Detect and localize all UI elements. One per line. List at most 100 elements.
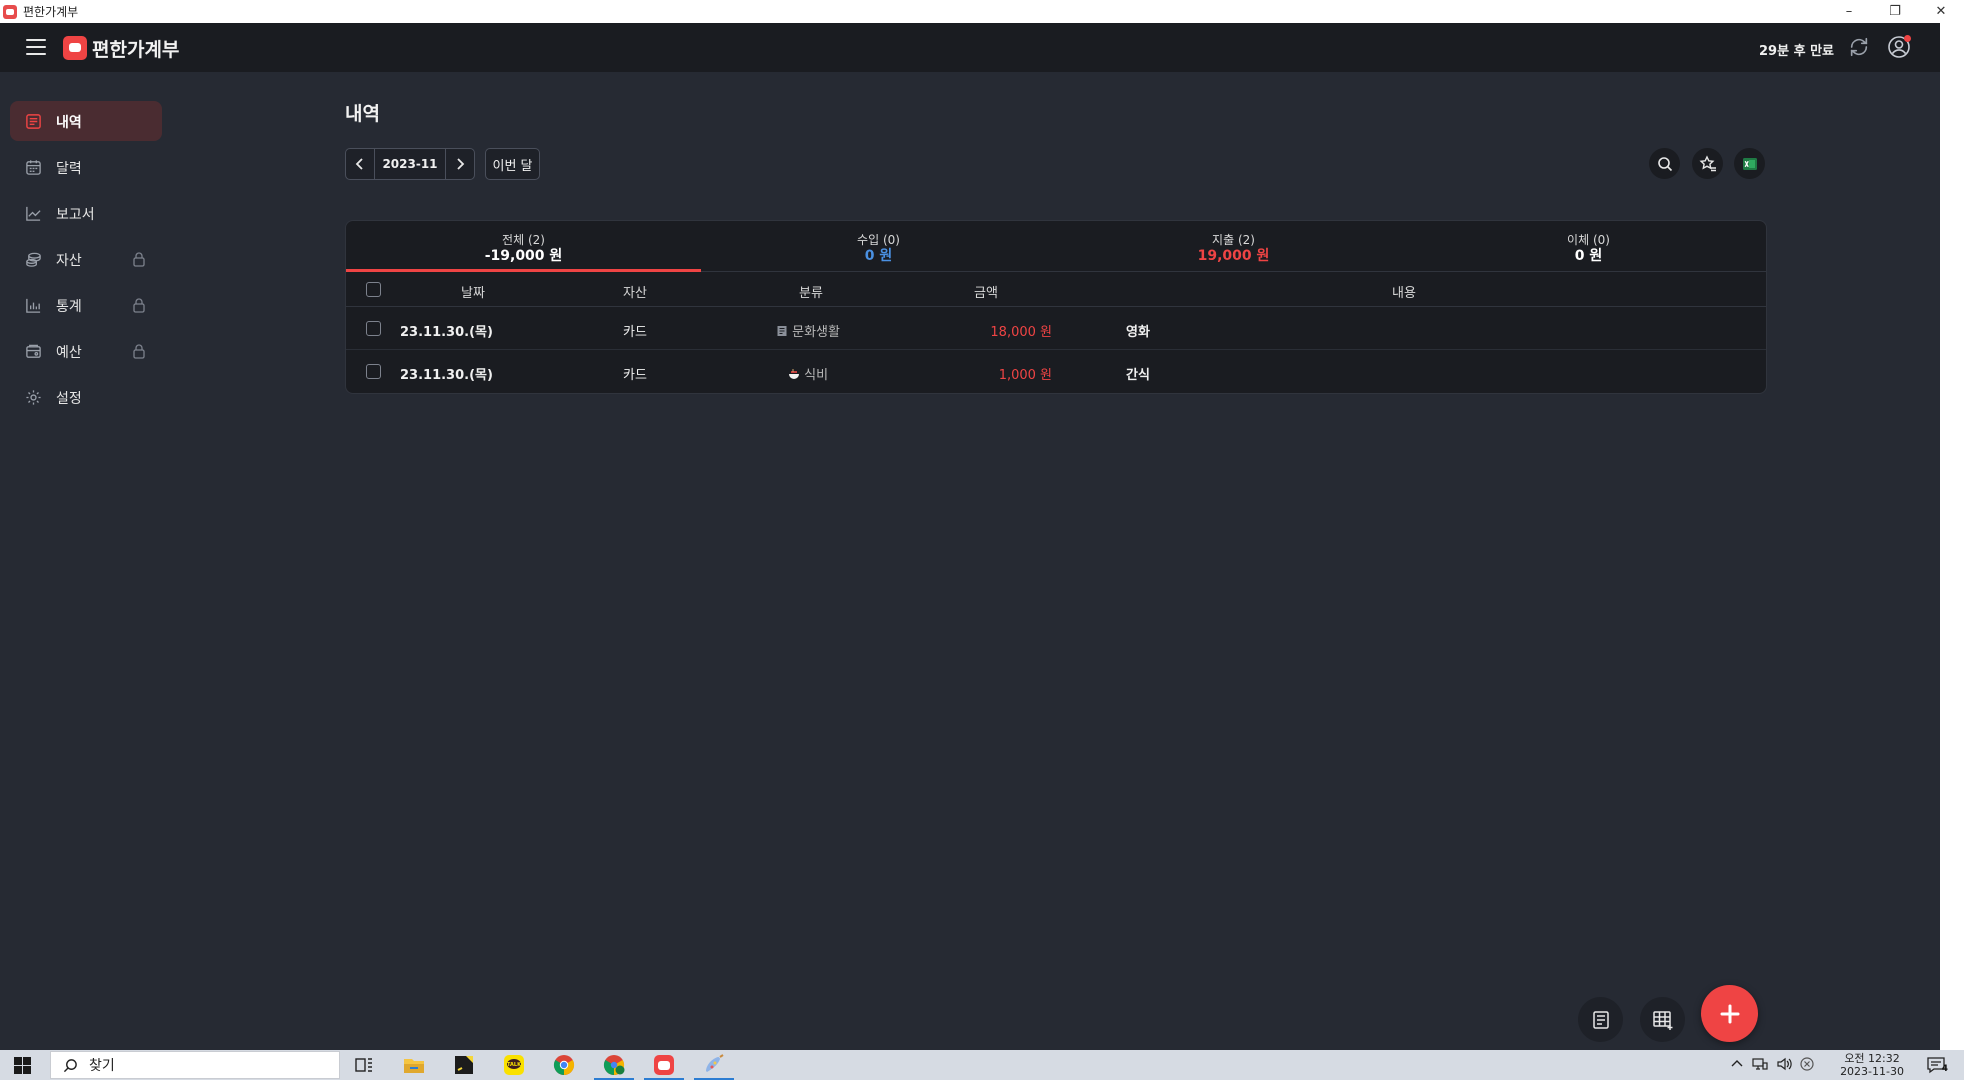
prev-month-button[interactable] [346,149,374,179]
svg-text:TALK: TALK [507,1062,522,1068]
volume-icon[interactable] [1776,1057,1792,1071]
tab-income[interactable]: 수입 (0) 0 원 [701,221,1056,272]
sidebar-item-calendar[interactable]: 달력 [10,147,162,187]
column-header-memo[interactable]: 내용 [1392,282,1416,301]
task-view-icon[interactable] [352,1053,376,1077]
sidebar-item-label: 예산 [56,345,82,361]
lock-icon [133,252,145,267]
receipt-icon [777,326,787,336]
excel-export-button[interactable] [1734,148,1765,179]
row-memo: 영화 [1126,325,1150,340]
tab-value: 0 원 [1574,248,1603,264]
sidebar-item-label: 보고서 [56,207,95,223]
notification-dot [1904,35,1911,42]
row-asset: 카드 [623,368,647,383]
tab-value: 19,000 원 [1197,248,1270,264]
row-category-label: 문화생활 [792,325,840,340]
window-title: 편한가계부 [23,5,79,19]
lock-icon [133,298,145,313]
row-amount: 18,000 원 [990,325,1052,340]
gear-icon [26,390,41,405]
sticky-notes-icon[interactable] [452,1053,476,1077]
status-x-icon[interactable] [1800,1057,1814,1071]
row-memo: 간식 [1126,368,1150,383]
network-icon[interactable] [1752,1057,1768,1071]
list-icon [26,114,41,129]
menu-icon[interactable] [26,39,46,55]
window-controls: – ❐ ✕ [1826,0,1964,23]
row-date: 23.11.30.(목) [400,368,493,383]
month-navigator: 2023-11 [345,148,475,180]
tab-value: 0 원 [864,248,893,264]
row-date: 23.11.30.(목) [400,325,493,340]
minimize-button[interactable]: – [1826,0,1872,23]
sidebar-item-assets[interactable]: 자산 [10,239,162,279]
chevron-right-icon [457,158,465,170]
column-header-category[interactable]: 분류 [799,282,823,301]
gagyebu-taskbar-icon[interactable] [652,1053,676,1077]
file-explorer-icon[interactable] [402,1053,426,1077]
favorites-button[interactable] [1692,148,1723,179]
column-header-amount[interactable]: 금액 [974,282,998,301]
sidebar-item-budget[interactable]: 예산 [10,331,162,371]
session-expiry-text: 29분 후 만료 [1759,44,1834,59]
sync-icon[interactable] [1848,36,1870,58]
budget-icon [26,344,41,358]
notification-count: 4 [1941,1064,1948,1074]
add-transaction-button[interactable] [1701,985,1758,1042]
row-category-label: 식비 [804,368,829,383]
row-checkbox[interactable] [366,321,381,336]
chrome-profile-icon[interactable] [602,1053,626,1077]
search-placeholder: 찾기 [89,1058,115,1074]
row-asset: 카드 [623,325,647,340]
sidebar-item-stats[interactable]: 통계 [10,285,162,325]
search-button[interactable] [1649,148,1680,179]
table-add-icon [1652,1010,1672,1030]
grid-view-button[interactable] [1640,997,1685,1042]
sidebar-item-history[interactable]: 내역 [10,101,162,141]
table-row[interactable]: 23.11.30.(목) 카드 문화생활 18,000 원 영화 [346,308,1766,350]
select-all-checkbox[interactable] [366,282,381,297]
kakaotalk-icon[interactable]: TALK [502,1053,526,1077]
row-category: 문화생활 [776,321,840,340]
app-window: 편한가계부 29분 후 만료 내역 달력 보고서 자산 통계 예산 설정 내역 … [0,23,1940,1050]
next-month-button[interactable] [446,149,474,179]
window-edge [1940,23,1964,1050]
star-list-icon [1699,154,1716,171]
tab-transfer[interactable]: 이체 (0) 0 원 [1411,221,1766,272]
windows-taskbar: 찾기 TALK 오전 12:32 2023-11-30 4 [0,1050,1964,1080]
row-checkbox[interactable] [366,364,381,379]
app-logo [63,36,87,60]
sidebar-item-report[interactable]: 보고서 [10,193,162,233]
page-title: 내역 [345,103,380,125]
row-amount: 1,000 원 [998,368,1052,383]
chevron-left-icon [355,158,363,170]
tab-expense[interactable]: 지출 (2) 19,000 원 [1056,221,1411,272]
excel-icon [1742,157,1757,170]
app-name: 편한가계부 [92,39,180,61]
lock-icon [133,344,145,359]
tab-value: -19,000 원 [484,248,563,264]
paint-icon[interactable] [702,1053,726,1077]
sidebar-item-settings[interactable]: 설정 [10,377,162,417]
system-tray [1730,1057,1814,1071]
restore-button[interactable]: ❐ [1872,0,1918,23]
taskbar-search-box[interactable]: 찾기 [50,1051,340,1079]
windows-start-icon[interactable] [14,1057,31,1074]
table-row[interactable]: 23.11.30.(목) 카드 식비 1,000 원 간식 [346,351,1766,393]
chevron-up-icon[interactable] [1730,1057,1744,1071]
coins-icon [26,252,41,267]
sidebar-item-label: 자산 [56,253,82,269]
close-button[interactable]: ✕ [1918,0,1964,23]
search-icon [1657,156,1672,171]
column-header-asset[interactable]: 자산 [623,282,647,301]
bar-chart-icon [26,298,41,313]
tab-all[interactable]: 전체 (2) -19,000 원 [346,221,701,272]
sidebar-item-label: 통계 [56,299,82,315]
taskbar-clock[interactable]: 오전 12:32 2023-11-30 [1840,1052,1904,1078]
this-month-button[interactable]: 이번 달 [485,148,540,180]
list-view-button[interactable] [1578,997,1623,1042]
chrome-icon[interactable] [552,1053,576,1077]
column-header-date[interactable]: 날짜 [461,282,485,301]
current-month[interactable]: 2023-11 [374,149,446,179]
